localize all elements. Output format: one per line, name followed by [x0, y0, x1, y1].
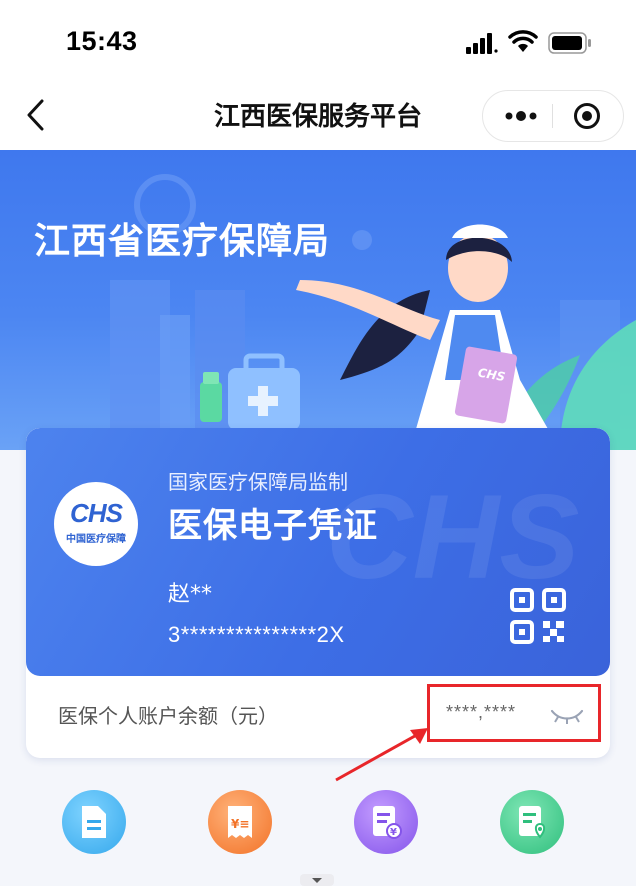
- more-icon[interactable]: [503, 109, 539, 123]
- qr-code-icon[interactable]: [510, 588, 566, 644]
- holder-name: 赵**: [168, 582, 213, 607]
- document-icon: [82, 806, 106, 838]
- nurse-illustration: CHS: [110, 174, 636, 450]
- pull-up-indicator-icon: [300, 874, 334, 886]
- svg-text:¥: ¥: [390, 827, 397, 838]
- bill-payment-icon: ¥: [373, 806, 402, 839]
- svg-text:¥≡: ¥≡: [231, 817, 249, 831]
- capsule-divider: [552, 104, 553, 128]
- status-bar: 15:43: [0, 0, 636, 84]
- signal-icon: [466, 33, 498, 54]
- service-invoice-button[interactable]: ¥≡: [208, 790, 272, 854]
- service-bill-payment-button[interactable]: ¥: [354, 790, 418, 854]
- card-issuer: 国家医疗保障局监制: [168, 470, 348, 494]
- logo-text: CHS: [70, 498, 123, 528]
- service-document-button[interactable]: [62, 790, 126, 854]
- invoice-icon: ¥≡: [228, 806, 252, 838]
- close-miniprogram-icon[interactable]: [573, 102, 601, 130]
- holder-id-number: 3***************2X: [168, 622, 345, 647]
- annotation-arrow-icon: [335, 728, 428, 782]
- nav-bar: 江西医保服务平台: [0, 84, 636, 150]
- service-location-record-button[interactable]: [500, 790, 564, 854]
- miniprogram-capsule: [482, 90, 624, 142]
- status-time: 15:43: [66, 26, 138, 56]
- balance-highlight-box: [427, 684, 601, 742]
- banner: CHS 江西省医疗保障局: [0, 150, 636, 450]
- card-title: 医保电子凭证: [168, 506, 378, 546]
- card-face[interactable]: CHS CHS 中国医疗保障 国家医疗保障局监制 医保电子凭证 赵** 3***…: [26, 428, 610, 676]
- balance-label: 医保个人账户余额（元）: [58, 704, 278, 728]
- chs-logo: CHS 中国医疗保障: [54, 482, 138, 566]
- wifi-icon: [508, 30, 538, 52]
- location-record-icon: [519, 806, 546, 839]
- banner-title: 江西省医疗保障局: [34, 221, 331, 262]
- battery-icon: [548, 32, 591, 54]
- logo-caption: 中国医疗保障: [66, 534, 126, 545]
